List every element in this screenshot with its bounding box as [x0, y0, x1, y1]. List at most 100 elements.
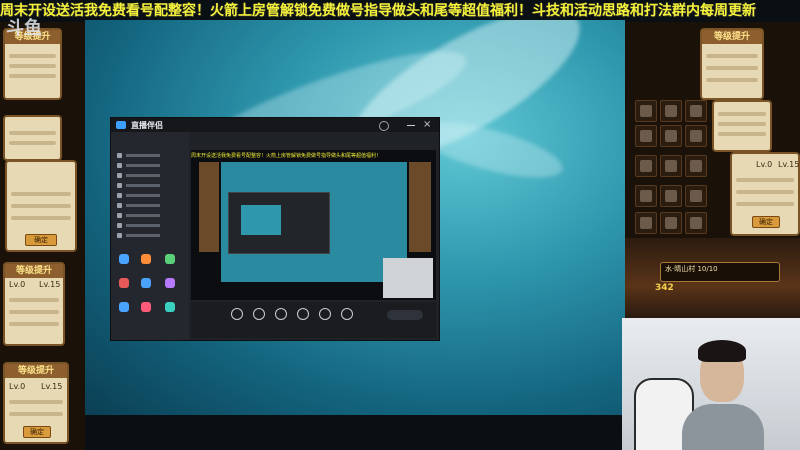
app-bottom-toolbar [191, 302, 436, 338]
item-slot[interactable] [685, 125, 707, 147]
stat-row [718, 122, 766, 126]
stat-row [9, 322, 59, 326]
stat-row [9, 400, 63, 404]
upgrade-card: 等级提升 Lv.0 Lv.15 确定 [3, 362, 69, 444]
source-row[interactable] [117, 152, 179, 159]
stat-row [718, 132, 766, 136]
streamer-hair [698, 340, 746, 362]
source-row[interactable] [117, 222, 179, 229]
level-from: Lv.0 [756, 160, 773, 169]
streamer-shirt [682, 404, 764, 450]
source-row[interactable] [117, 182, 179, 189]
source-row[interactable] [117, 202, 179, 209]
stat-row [9, 141, 56, 145]
stat-row [736, 202, 794, 206]
tool-icon[interactable] [141, 302, 151, 312]
preview-left-panel [199, 162, 219, 252]
tool-icon[interactable] [119, 302, 129, 312]
stat-row [11, 204, 71, 208]
item-slot[interactable] [660, 212, 682, 234]
live-toggle[interactable] [387, 310, 423, 320]
scene-sidebar [111, 132, 189, 340]
item-slot[interactable] [660, 100, 682, 122]
stat-row [706, 78, 758, 82]
confirm-button[interactable]: 确定 [23, 426, 51, 438]
shikigami-card [712, 100, 772, 152]
source-row[interactable] [117, 172, 179, 179]
tool-icon[interactable] [119, 278, 129, 288]
speaker-icon[interactable] [341, 308, 353, 320]
shikigami-card [3, 115, 62, 161]
item-slot[interactable] [685, 100, 707, 122]
stream-preview [191, 150, 436, 300]
item-slot[interactable] [685, 155, 707, 177]
item-slot[interactable] [685, 185, 707, 207]
card-title: 等级提升 [5, 264, 63, 278]
level-to: Lv.15 [778, 160, 800, 169]
level-from: Lv.0 [9, 280, 26, 289]
item-slot[interactable] [660, 155, 682, 177]
preview-ticker: 周末开设送活我免费看号配整容！火箭上房管解锁免费做号指导做头和尾等超值福利！ [191, 153, 382, 159]
source-row[interactable] [117, 192, 179, 199]
level-to: Lv.15 [39, 280, 61, 289]
shikigami-card: 确定 [5, 160, 77, 252]
game-scene: 水·晴山村 10/10 [625, 238, 800, 318]
item-slot[interactable] [635, 185, 657, 207]
confirm-button[interactable]: 确定 [25, 234, 57, 246]
card-title: 等级提升 [5, 364, 67, 378]
stat-row [718, 112, 766, 116]
item-slot[interactable] [635, 155, 657, 177]
stat-row [9, 64, 56, 68]
microphone-icon[interactable] [319, 308, 331, 320]
stat-row [736, 190, 794, 194]
confirm-button[interactable]: 确定 [752, 216, 780, 228]
upgrade-card: 等级提升 Lv.0 Lv.15 [3, 262, 65, 346]
item-slot[interactable] [635, 125, 657, 147]
item-slot[interactable] [685, 212, 707, 234]
level-from: Lv.0 [9, 382, 26, 391]
tool-icon[interactable] [165, 254, 175, 264]
tool-icon[interactable] [141, 278, 151, 288]
source-row[interactable] [117, 162, 179, 169]
source-row[interactable] [117, 212, 179, 219]
source-row[interactable] [117, 232, 179, 239]
tool-icon[interactable] [297, 308, 309, 320]
preview-right-panel [409, 162, 431, 252]
stat-row [9, 412, 63, 416]
stat-row [9, 310, 59, 314]
stat-row [706, 66, 758, 70]
tool-icon[interactable] [275, 308, 287, 320]
stat-row [11, 192, 71, 196]
stat-row [11, 216, 71, 220]
stage-label: 水·晴山村 10/10 [665, 265, 718, 273]
camera-icon[interactable] [231, 308, 243, 320]
nested-scene [241, 205, 281, 235]
tool-icon[interactable] [253, 308, 265, 320]
app-name: 直播伴侣 [131, 121, 163, 130]
stat-row [9, 131, 56, 135]
item-slot[interactable] [635, 100, 657, 122]
level-to: Lv.15 [41, 382, 63, 391]
streaming-app-window[interactable]: 直播伴侣 × 周末开设送活我免费看号配整容！火箭上房管解锁免费做号指导做头和尾等… [110, 117, 440, 341]
tool-icon[interactable] [165, 278, 175, 288]
stat-row [736, 178, 794, 182]
douyu-logo: 斗鱼 [6, 18, 42, 39]
stat-row [9, 74, 56, 78]
item-slot[interactable] [660, 185, 682, 207]
minimize-icon[interactable] [407, 125, 415, 126]
settings-icon[interactable] [379, 121, 389, 131]
tool-icon[interactable] [141, 254, 151, 264]
preview-webcam [383, 258, 433, 298]
upgrade-card: 等级提升 [700, 28, 764, 100]
upgrade-card: Lv.0 Lv.15 确定 [730, 152, 800, 236]
tool-icon[interactable] [165, 302, 175, 312]
scrolling-banner: 周末开设送活我免费看号配整容！火箭上房管解锁免费做号指导做头和尾等超值福利！斗技… [0, 3, 756, 19]
close-icon[interactable]: × [423, 119, 431, 130]
stat-row [9, 298, 59, 302]
item-slot[interactable] [660, 125, 682, 147]
tool-icon[interactable] [119, 254, 129, 264]
webcam-feed [622, 318, 800, 450]
gold-count: 342 [655, 283, 674, 293]
app-logo-icon [116, 121, 126, 129]
item-slot[interactable] [635, 212, 657, 234]
